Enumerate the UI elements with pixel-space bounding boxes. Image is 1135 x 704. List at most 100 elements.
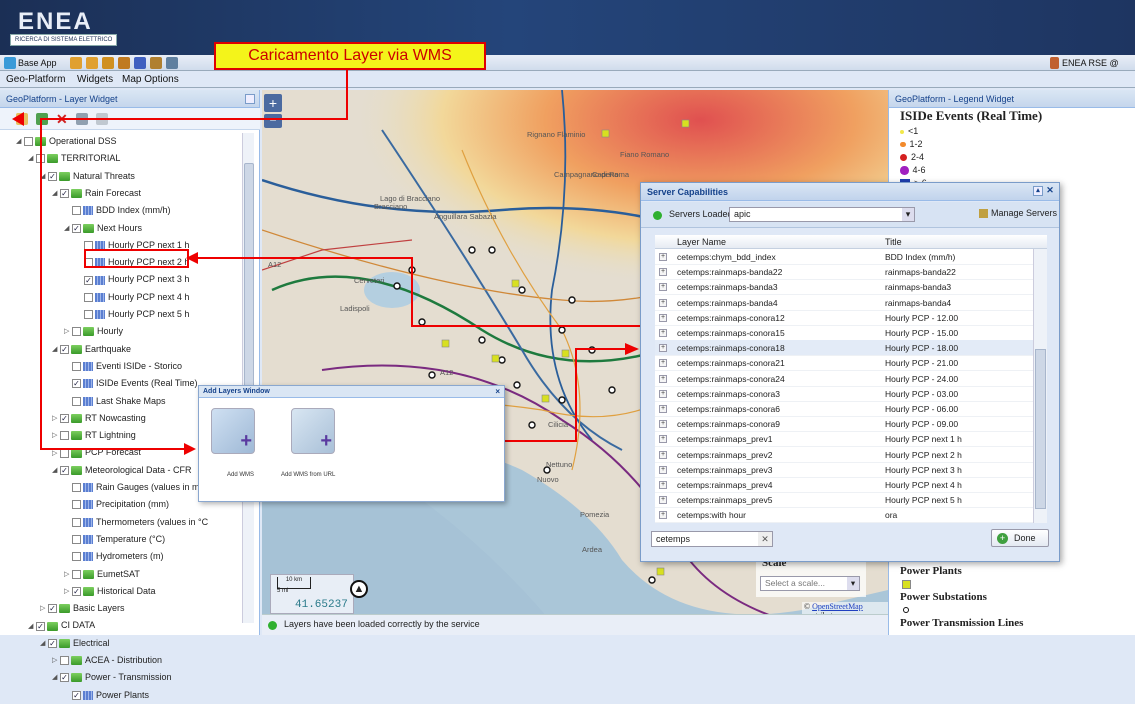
tree-node[interactable]: BDD Index (mm/h) bbox=[64, 202, 171, 219]
layer-filter-input[interactable]: cetemps ✕ bbox=[651, 531, 773, 547]
layer-checkbox[interactable]: ✓ bbox=[60, 673, 69, 683]
zoom-out-button[interactable]: − bbox=[264, 114, 282, 128]
tree-node[interactable]: Rain Gauges (values in mm bbox=[64, 479, 207, 496]
tree-node[interactable]: Precipitation (mm) bbox=[64, 496, 169, 513]
tree-node[interactable]: ◢ ✓ Earthquake bbox=[52, 341, 131, 358]
table-row[interactable]: + cetemps:rainmaps_prev4 Hourly PCP next 4… bbox=[655, 477, 1035, 493]
layer-checkbox[interactable]: ✓ bbox=[72, 379, 81, 389]
expand-toggle-icon[interactable]: ▷ bbox=[40, 600, 48, 617]
tree-node[interactable]: ▷ Hourly bbox=[64, 323, 123, 340]
tree-node[interactable]: Hourly PCP next 5 h bbox=[76, 306, 189, 323]
expand-row-icon[interactable]: + bbox=[659, 420, 667, 429]
expand-row-icon[interactable]: + bbox=[659, 465, 667, 474]
server-select[interactable]: apic ▾ bbox=[729, 207, 915, 222]
layer-checkbox[interactable]: ✓ bbox=[72, 223, 81, 233]
layer-checkbox[interactable]: ✓ bbox=[48, 171, 57, 181]
tree-node[interactable]: ◢ Operational DSS bbox=[16, 133, 117, 150]
layer-checkbox[interactable]: ✓ bbox=[60, 465, 69, 475]
layer-checkbox[interactable]: ✓ bbox=[72, 586, 81, 596]
table-row[interactable]: + cetemps:rainmaps-conora3 Hourly PCP - 03… bbox=[655, 386, 1035, 402]
tree-node-label[interactable]: Basic Layers bbox=[73, 603, 125, 613]
tree-node-label[interactable]: Operational DSS bbox=[49, 136, 117, 146]
tree-node-label[interactable]: Eventi ISIDe - Storico bbox=[96, 361, 182, 371]
expand-row-icon[interactable]: + bbox=[659, 283, 667, 292]
pan-icon[interactable] bbox=[166, 57, 178, 69]
collapse-icon[interactable] bbox=[245, 94, 255, 104]
tree-node[interactable]: ✓ ISIDe Events (Real Time) bbox=[64, 375, 198, 392]
layer-checkbox[interactable]: ✓ bbox=[48, 604, 57, 614]
tree-node-label[interactable]: Meteorological Data - CFR bbox=[85, 465, 192, 475]
layer-checkbox[interactable] bbox=[72, 500, 81, 510]
tree-node-label[interactable]: Hourly PCP next 4 h bbox=[108, 292, 189, 302]
tree-node-label[interactable]: Historical Data bbox=[97, 586, 156, 596]
add-wms-label[interactable]: Add WMS bbox=[227, 472, 254, 478]
tree-node-label[interactable]: ACEA - Distribution bbox=[85, 655, 162, 665]
table-row[interactable]: + cetemps:rainmaps-conora15 Hourly PCP - 1… bbox=[655, 325, 1035, 341]
expand-row-icon[interactable]: + bbox=[659, 253, 667, 261]
tree-node-label[interactable]: Last Shake Maps bbox=[96, 396, 166, 406]
tree-node-label[interactable]: RT Nowcasting bbox=[85, 413, 146, 423]
base-app-icon[interactable] bbox=[4, 57, 16, 69]
tree-node[interactable]: ▷ ACEA - Distribution bbox=[52, 652, 162, 669]
layer-checkbox[interactable] bbox=[72, 206, 81, 216]
tree-node-label[interactable]: EumetSAT bbox=[97, 569, 140, 579]
close-icon[interactable]: ✕ bbox=[1045, 186, 1055, 196]
layer-checkbox[interactable]: ✓ bbox=[72, 690, 81, 700]
layer-checkbox[interactable]: ✓ bbox=[60, 189, 69, 199]
tree-node-label[interactable]: CI DATA bbox=[61, 620, 95, 630]
tree-node[interactable]: ◢ ✓ Power - Transmission bbox=[52, 669, 172, 686]
expand-toggle-icon[interactable]: ◢ bbox=[16, 133, 24, 150]
table-row[interactable]: + cetemps:rainmaps-banda3 rainmaps-banda3 bbox=[655, 279, 1035, 296]
expand-row-icon[interactable]: + bbox=[659, 389, 667, 398]
tree-node[interactable]: Last Shake Maps bbox=[64, 393, 166, 410]
tree-node[interactable]: ▷ ✓ RT Nowcasting bbox=[52, 410, 146, 427]
tree-node-label[interactable]: Hourly PCP next 5 h bbox=[108, 309, 189, 319]
base-app-button[interactable]: Base App bbox=[18, 56, 57, 70]
clear-filter-icon[interactable]: ✕ bbox=[758, 532, 772, 546]
zoom-extent-icon[interactable] bbox=[118, 57, 130, 69]
tree-node[interactable]: ▷ RT Lightning bbox=[52, 427, 136, 444]
expand-row-icon[interactable]: + bbox=[659, 511, 667, 520]
info-icon[interactable] bbox=[134, 57, 146, 69]
scrollbar-thumb[interactable] bbox=[244, 163, 254, 403]
expand-row-icon[interactable]: + bbox=[659, 405, 667, 413]
table-row[interactable]: + cetemps:rainmaps-conora21 Hourly PCP - 2… bbox=[655, 355, 1035, 372]
menu-map-options[interactable]: Map Options bbox=[122, 73, 179, 86]
tree-node-label[interactable]: TERRITORIAL bbox=[61, 153, 120, 163]
tree-node[interactable]: ▷ ✓ Historical Data bbox=[64, 583, 156, 600]
table-row[interactable]: + cetemps:rainmaps-conora18 Hourly PCP - 1… bbox=[655, 340, 1035, 357]
layer-checkbox[interactable] bbox=[60, 431, 69, 441]
tree-node-label[interactable]: BDD Index (mm/h) bbox=[96, 205, 171, 215]
expand-row-icon[interactable]: + bbox=[659, 298, 667, 307]
zoom-out-icon[interactable] bbox=[86, 57, 98, 69]
expand-toggle-icon[interactable]: ◢ bbox=[52, 462, 60, 479]
table-row[interactable]: + cetemps:rainmaps-conora6 Hourly PCP - 06… bbox=[655, 401, 1035, 417]
collapse-icon[interactable]: ▴ bbox=[1033, 186, 1043, 196]
tree-node-label[interactable]: Power Plants bbox=[96, 690, 149, 700]
layer-checkbox[interactable] bbox=[72, 535, 81, 545]
close-icon[interactable]: × bbox=[495, 386, 500, 398]
expand-row-icon[interactable]: + bbox=[659, 329, 667, 337]
layer-checkbox[interactable] bbox=[72, 327, 81, 337]
layer-checkbox[interactable] bbox=[84, 292, 93, 302]
layer-checkbox[interactable] bbox=[72, 362, 81, 372]
tree-node[interactable]: ▷ PCP Forecast bbox=[52, 444, 141, 461]
tree-node-label[interactable]: Rain Forecast bbox=[85, 188, 141, 198]
tree-node-label[interactable]: ISIDe Events (Real Time) bbox=[96, 378, 198, 388]
expand-toggle-icon[interactable]: ◢ bbox=[52, 669, 60, 686]
tree-node[interactable]: Hourly PCP next 4 h bbox=[76, 289, 189, 306]
expand-toggle-icon[interactable]: ◢ bbox=[28, 150, 36, 167]
tree-node[interactable]: ◢ ✓ Rain Forecast bbox=[52, 185, 141, 202]
menu-geo-platform[interactable]: Geo-Platform bbox=[6, 73, 65, 86]
menu-widgets[interactable]: Widgets bbox=[77, 73, 113, 86]
tree-node-label[interactable]: Thermometers (values in °C bbox=[96, 517, 208, 527]
tree-node[interactable]: Thermometers (values in °C bbox=[64, 514, 208, 531]
zoom-box-icon[interactable] bbox=[102, 57, 114, 69]
measure-icon[interactable] bbox=[150, 57, 162, 69]
expand-row-icon[interactable]: + bbox=[659, 481, 667, 489]
expand-toggle-icon[interactable]: ◢ bbox=[52, 341, 60, 358]
layer-checkbox[interactable] bbox=[84, 310, 93, 320]
layer-checkbox[interactable] bbox=[72, 569, 81, 579]
add-wms-icon[interactable]: + bbox=[211, 408, 255, 454]
tree-node-label[interactable]: Precipitation (mm) bbox=[96, 499, 169, 509]
